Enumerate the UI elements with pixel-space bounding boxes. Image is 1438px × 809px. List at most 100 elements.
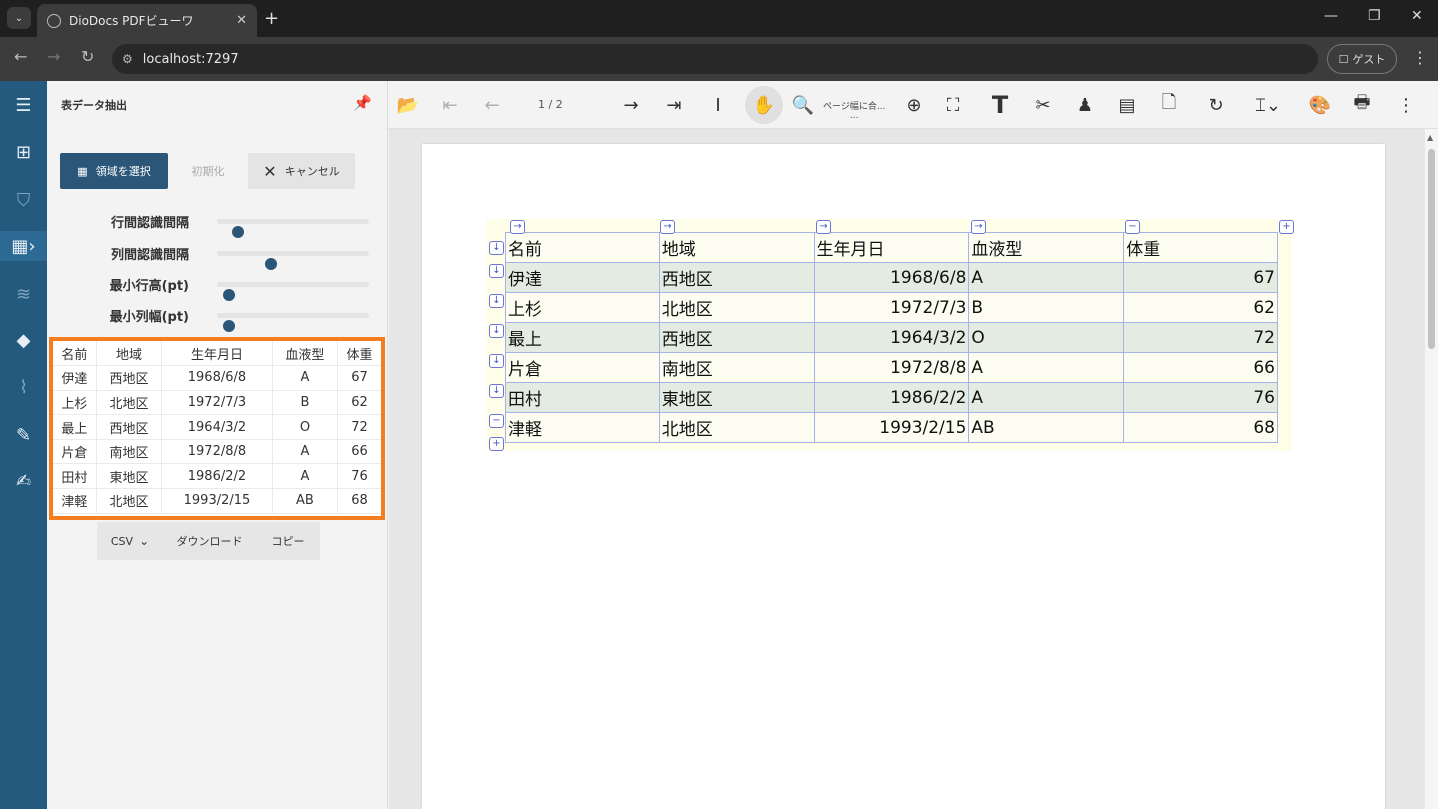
new-tab-icon[interactable]: + (264, 8, 279, 29)
split-column-icon[interactable]: → (816, 220, 831, 234)
thumbnails-icon[interactable]: ⊞ (0, 137, 47, 167)
add-row-icon[interactable]: + (489, 437, 504, 451)
pdf-table-row[interactable]: 津軽 北地区 1993/2/15 AB 68 (505, 412, 1278, 443)
split-column-icon[interactable]: → (510, 220, 525, 234)
cancel-button[interactable]: ✕ キャンセル (248, 153, 355, 189)
close-tab-icon[interactable]: ✕ (236, 13, 247, 28)
pdf-table-cell[interactable]: A (968, 382, 1125, 413)
pdf-table-row[interactable]: 田村 東地区 1986/2/2 A 76 (505, 382, 1278, 413)
fullscreen-icon[interactable]: ⛶ (941, 93, 965, 117)
pdf-table-cell[interactable]: 68 (1123, 412, 1278, 443)
pdf-table-cell[interactable]: AB (968, 412, 1125, 443)
page-layout-icon[interactable]: ⌶⌄ (1248, 93, 1288, 117)
document-scrollbar[interactable]: ▲ (1425, 129, 1438, 809)
hamburger-menu-icon[interactable]: ☰ (0, 90, 47, 120)
pdf-table-cell[interactable]: 1968/6/8 (813, 262, 970, 293)
new-page-icon[interactable]: 🗋 (1157, 92, 1181, 117)
zoom-out-icon[interactable]: 🔍 (791, 93, 815, 117)
pdf-table-cell[interactable]: 1964/3/2 (813, 322, 970, 353)
pdf-table-cell[interactable]: 1972/8/8 (813, 352, 970, 383)
pdf-table-cell[interactable]: O (968, 322, 1125, 353)
form-icon[interactable]: ▤ (1115, 93, 1139, 117)
rotate-icon[interactable]: ↻ (1204, 93, 1228, 117)
pdf-table-cell[interactable]: 1986/2/2 (813, 382, 970, 413)
tab-search-chevron-icon[interactable]: ⌄ (7, 7, 31, 29)
split-row-icon[interactable]: ↓ (489, 241, 504, 255)
slider-thumb[interactable] (265, 258, 278, 270)
stamp-icon[interactable]: ♟ (1073, 93, 1097, 117)
scroll-thumb[interactable] (1428, 149, 1435, 349)
open-folder-icon[interactable]: 📂 (396, 93, 420, 117)
pdf-table-cell[interactable]: 地域 (658, 232, 815, 263)
profile-button[interactable]: ☐ ゲスト (1327, 44, 1397, 74)
text-select-icon[interactable]: I (706, 93, 730, 117)
browser-menu-icon[interactable]: ⋮ (1412, 48, 1428, 67)
pdf-table-cell[interactable]: 北地区 (658, 412, 815, 443)
split-row-icon[interactable]: ↓ (489, 384, 504, 398)
format-select[interactable]: CSV ⌄ (97, 522, 163, 560)
text-tool-icon[interactable]: T (988, 91, 1012, 119)
pdf-table-cell[interactable]: 西地区 (658, 322, 815, 353)
last-page-icon[interactable]: ⇥ (662, 93, 686, 117)
slider-track[interactable] (217, 313, 369, 332)
reload-icon[interactable]: ↻ (81, 47, 94, 66)
tag-icon[interactable]: ◆ (0, 325, 47, 355)
pdf-table-cell[interactable]: 伊達 (505, 262, 660, 293)
pdf-table-row[interactable]: 最上 西地区 1964/3/2 O 72 (505, 322, 1278, 353)
split-row-icon[interactable]: ↓ (489, 294, 504, 308)
pdf-table-row[interactable]: 伊達 西地区 1968/6/8 A 67 (505, 262, 1278, 293)
pdf-table-cell[interactable]: 津軽 (505, 412, 660, 443)
forward-icon[interactable]: → (47, 47, 60, 66)
pdf-table-row[interactable]: 片倉 南地区 1972/8/8 A 66 (505, 352, 1278, 383)
pan-hand-icon[interactable]: ✋ (752, 93, 776, 117)
remove-row-icon[interactable]: − (489, 414, 504, 428)
split-column-icon[interactable]: → (971, 220, 986, 234)
pdf-table-cell[interactable]: 66 (1123, 352, 1278, 383)
split-row-icon[interactable]: ↓ (489, 324, 504, 338)
pin-icon[interactable]: 📌 (353, 94, 372, 112)
slider-track[interactable] (217, 219, 369, 238)
back-icon[interactable]: ← (14, 47, 27, 66)
page-indicator[interactable]: 1 / 2 (538, 98, 563, 111)
pdf-table-cell[interactable]: 血液型 (968, 232, 1125, 263)
theme-palette-icon[interactable]: 🎨 (1308, 93, 1332, 117)
print-icon[interactable]: 🖶 (1350, 92, 1374, 117)
zoom-fit-select[interactable]: ページ幅に合... ... (823, 99, 885, 121)
next-page-icon[interactable]: → (619, 93, 643, 117)
previous-page-icon[interactable]: ← (480, 93, 504, 117)
pdf-table-cell[interactable]: 72 (1123, 322, 1278, 353)
attachment-icon[interactable]: ⌇ (0, 372, 47, 402)
zoom-in-icon[interactable]: ⊕ (902, 93, 926, 117)
split-column-icon[interactable]: → (660, 220, 675, 234)
tools-icon[interactable]: ✂ (1031, 93, 1055, 117)
pdf-table-cell[interactable]: 田村 (505, 382, 660, 413)
pdf-table-cell[interactable]: 名前 (505, 232, 660, 263)
pdf-table-cell[interactable]: A (968, 352, 1125, 383)
table-extract-icon[interactable]: ▦› (0, 231, 47, 261)
pdf-table-cell[interactable]: 北地区 (658, 292, 815, 323)
reset-button[interactable]: 初期化 (178, 153, 238, 189)
bookmark-icon[interactable]: ⛉ (0, 185, 47, 215)
pdf-table-cell[interactable]: 1972/7/3 (813, 292, 970, 323)
edit-form-icon[interactable]: ✍ (0, 466, 47, 496)
pdf-table-cell[interactable]: A (968, 262, 1125, 293)
download-button[interactable]: ダウンロード (163, 522, 256, 560)
window-close-icon[interactable]: ✕ (1411, 8, 1423, 24)
pdf-table-cell[interactable]: B (968, 292, 1125, 323)
slider-track[interactable] (217, 251, 369, 270)
slider-track[interactable] (217, 282, 369, 301)
pdf-table-cell[interactable]: 体重 (1123, 232, 1278, 263)
slider-thumb[interactable] (223, 320, 235, 332)
pdf-table-cell[interactable]: 西地区 (658, 262, 815, 293)
pdf-table[interactable]: 名前 地域 生年月日 血液型 体重 伊達 西地区 1968/6/8 A 67 上杉 北地区 1972/7… (505, 232, 1278, 443)
browser-tab[interactable]: DioDocs PDFビューワ ✕ (37, 4, 257, 37)
more-options-icon[interactable]: ⋮ (1394, 93, 1418, 117)
pdf-table-cell[interactable]: 生年月日 (813, 232, 970, 263)
slider-thumb[interactable] (223, 289, 235, 301)
pdf-table-cell[interactable]: 76 (1123, 382, 1278, 413)
select-region-button[interactable]: ▦ 領域を選択 (60, 153, 168, 189)
copy-button[interactable]: コピー (256, 522, 320, 560)
pdf-table-cell[interactable]: 62 (1123, 292, 1278, 323)
address-bar[interactable]: ⚙ localhost:7297 (112, 44, 1318, 74)
remove-column-icon[interactable]: − (1125, 220, 1140, 234)
